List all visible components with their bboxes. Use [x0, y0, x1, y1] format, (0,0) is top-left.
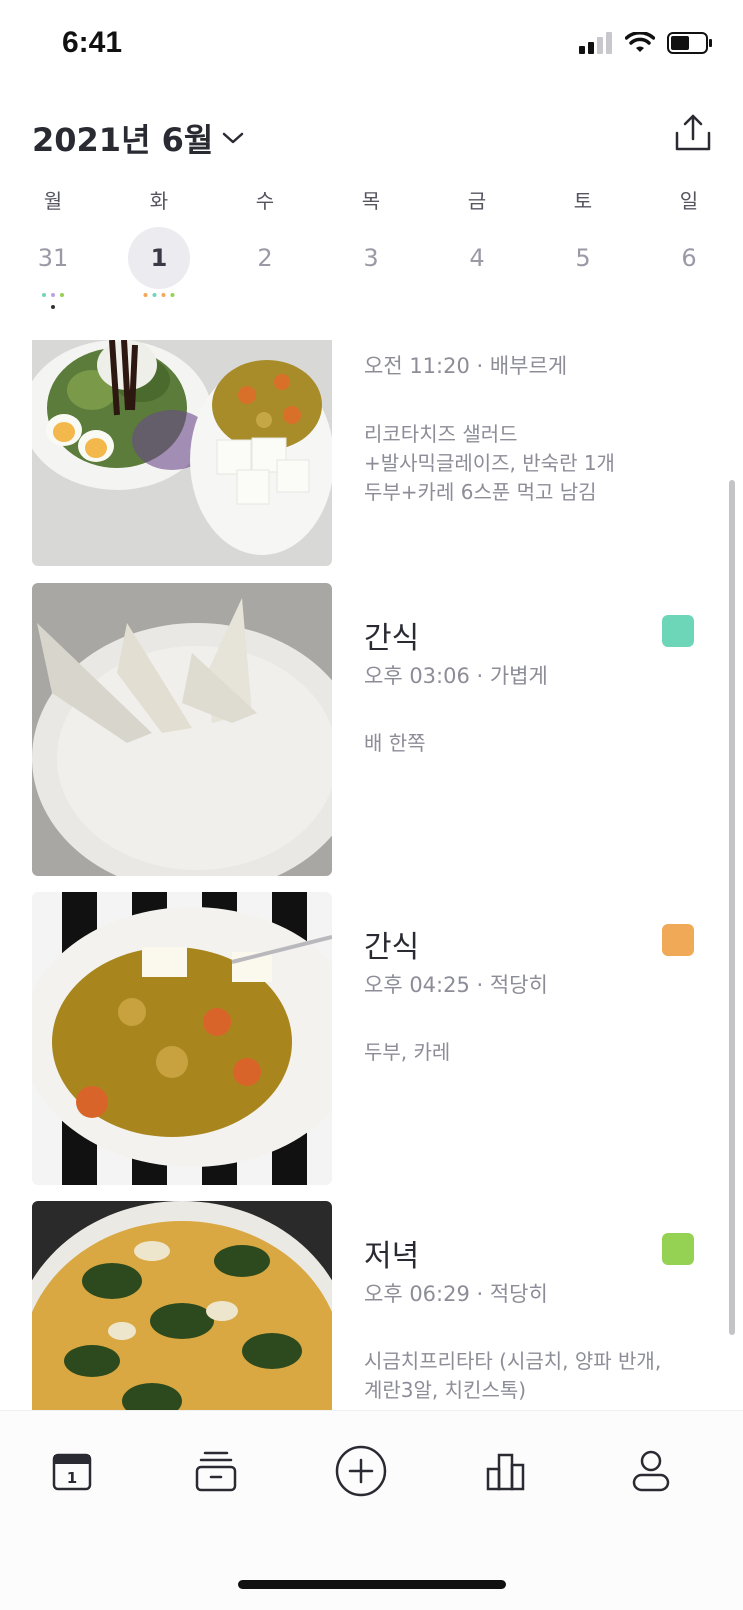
- share-icon: [675, 114, 711, 151]
- weekday-label: 수: [255, 189, 275, 213]
- meal-list[interactable]: 오전 11:20 · 배부르게 리코타치즈 샐러드 +발사믹글레이즈, 반숙란 …: [0, 340, 743, 1410]
- meal-dot: [42, 293, 46, 297]
- meal-color-tag: [662, 1233, 694, 1265]
- weekday-label: 월: [43, 189, 63, 213]
- meal-time-meta: 오후 04:25 · 적당히: [364, 973, 548, 997]
- meal-color-tag: [662, 924, 694, 956]
- meal-title: 간식: [364, 930, 420, 965]
- weekday-label: 일: [679, 189, 699, 213]
- status-icons: [579, 32, 713, 54]
- date-cell[interactable]: 3: [340, 227, 402, 289]
- weekday-label: 목: [361, 189, 381, 213]
- meal-photo[interactable]: [32, 340, 332, 566]
- tab-stats[interactable]: [476, 1441, 536, 1501]
- wifi-icon: [625, 32, 655, 52]
- meal-entry[interactable]: 간식 오후 03:06 · 가볍게 배 한쪽: [0, 583, 743, 876]
- meal-note-line: 두부+카레 6스푼 먹고 남김: [364, 480, 597, 504]
- meal-color-tag: [662, 615, 694, 647]
- meal-time-meta: 오전 11:20 · 배부르게: [364, 354, 568, 378]
- meal-note-line: 시금치프리타타 (시금치, 양파 반개,: [364, 1349, 662, 1373]
- meal-entry[interactable]: 오전 11:20 · 배부르게 리코타치즈 샐러드 +발사믹글레이즈, 반숙란 …: [0, 340, 743, 566]
- meal-dot: [51, 305, 55, 309]
- meal-note-line: 리코타치즈 샐러드: [364, 422, 518, 446]
- date-cell[interactable]: 2: [234, 227, 296, 289]
- meal-time-meta: 오후 06:29 · 적당히: [364, 1282, 548, 1306]
- meal-note-line: 계란3알, 치킨스톡): [364, 1378, 527, 1402]
- battery-icon: [667, 32, 712, 54]
- meal-note-line: 배 한쪽: [364, 731, 426, 755]
- date-cell-selected[interactable]: 1: [128, 227, 190, 289]
- meal-entry[interactable]: 간식 오후 04:25 · 적당히 두부, 카레: [0, 892, 743, 1185]
- chevron-down-icon: [223, 132, 244, 144]
- bar-chart-icon: [486, 1453, 525, 1491]
- meal-note: 배 한쪽: [364, 729, 704, 758]
- header: 2021년 6월: [0, 105, 743, 175]
- meal-photo[interactable]: [32, 583, 332, 876]
- meal-dot: [143, 293, 148, 297]
- meal-time-meta: 오후 03:06 · 가볍게: [364, 664, 548, 688]
- date-row: 31 1 2 3 4 5 6: [0, 227, 743, 309]
- meal-photo[interactable]: [32, 892, 332, 1185]
- meal-note: 리코타치즈 샐러드 +발사믹글레이즈, 반숙란 1개 두부+카레 6스푼 먹고 …: [364, 420, 704, 507]
- meal-photo[interactable]: [32, 1201, 332, 1410]
- meal-dot: [152, 293, 157, 297]
- tab-add[interactable]: [331, 1441, 391, 1501]
- status-time: 6:41: [62, 26, 123, 59]
- meal-title: 저녁: [364, 1239, 420, 1274]
- tab-profile[interactable]: [621, 1441, 681, 1501]
- meal-dot: [51, 293, 55, 297]
- meal-note-line: 두부, 카레: [364, 1040, 451, 1064]
- share-button[interactable]: [671, 111, 715, 155]
- add-circle-icon: [335, 1445, 387, 1497]
- cellular-signal-icon: [579, 32, 612, 54]
- archive-box-icon: [195, 1451, 237, 1492]
- meal-title: 간식: [364, 621, 420, 656]
- month-selector[interactable]: 2021년 6월: [32, 115, 245, 161]
- meal-note-line: +발사믹글레이즈, 반숙란 1개: [364, 451, 615, 475]
- weekday-label: 금: [467, 189, 487, 213]
- profile-icon: [632, 1450, 670, 1492]
- weekday-label: 화: [149, 189, 169, 213]
- scrollbar[interactable]: [729, 480, 735, 1335]
- meal-dots: [143, 293, 175, 297]
- status-bar: 6:41: [0, 0, 743, 92]
- month-title: 2021년 6월: [32, 121, 214, 159]
- date-cell[interactable]: 5: [552, 227, 614, 289]
- meal-entry[interactable]: 저녁 오후 06:29 · 적당히 시금치프리타타 (시금치, 양파 반개, 계…: [0, 1201, 743, 1410]
- meal-dots: [42, 293, 64, 297]
- meal-dot: [161, 293, 166, 297]
- meal-note: 두부, 카레: [364, 1038, 704, 1067]
- meal-dot: [60, 293, 64, 297]
- meal-dot: [170, 293, 175, 297]
- date-cell[interactable]: 31: [22, 227, 84, 289]
- meal-note: 시금치프리타타 (시금치, 양파 반개, 계란3알, 치킨스톡): [364, 1347, 704, 1405]
- calendar-icon: 1: [52, 1453, 92, 1491]
- weekday-row: 월 화 수 목 금 토 일: [0, 185, 743, 214]
- tab-calendar[interactable]: 1: [42, 1441, 102, 1501]
- weekday-label: 토: [573, 189, 593, 213]
- tab-archive[interactable]: [186, 1441, 246, 1501]
- date-cell[interactable]: 4: [446, 227, 508, 289]
- date-cell[interactable]: 6: [658, 227, 720, 289]
- home-indicator: [238, 1580, 506, 1589]
- calendar-day-number: 1: [67, 1469, 77, 1487]
